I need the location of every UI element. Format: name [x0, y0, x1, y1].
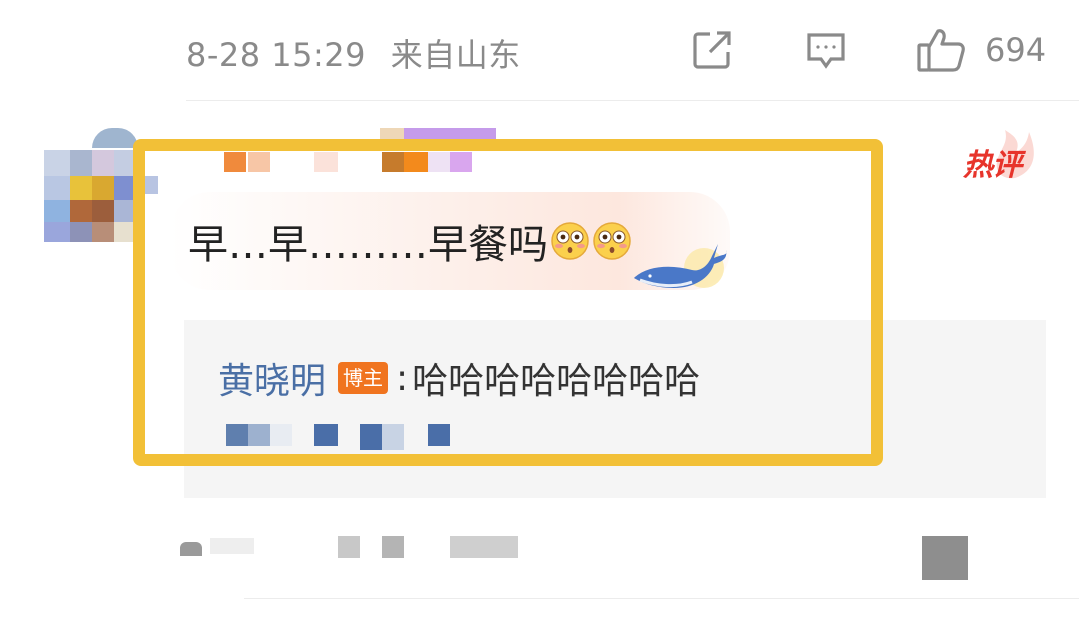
- comment-actions-row: [170, 520, 1050, 580]
- share-icon: [693, 31, 731, 69]
- comment-icon: [807, 33, 845, 69]
- like-count: 694: [985, 31, 1047, 69]
- comment-button[interactable]: [804, 24, 848, 76]
- like-button[interactable]: 694: [915, 24, 1046, 76]
- post-timestamp: 8-28 15:29 来自山东: [186, 30, 521, 76]
- comment-like-button[interactable]: [922, 536, 968, 580]
- divider: [186, 100, 1079, 101]
- thumbs-up-icon: [917, 29, 965, 72]
- post-meta-row: 8-28 15:29 来自山东 694: [0, 0, 1079, 100]
- highlight-frame: [133, 139, 883, 466]
- hot-comment-label: 热评: [963, 148, 1022, 183]
- post-time: 8-28 15:29: [186, 36, 367, 74]
- hot-comment-badge: 热评: [955, 128, 1045, 184]
- share-button[interactable]: [690, 24, 734, 76]
- post-location: 来自山东: [390, 36, 521, 74]
- divider: [244, 598, 1079, 599]
